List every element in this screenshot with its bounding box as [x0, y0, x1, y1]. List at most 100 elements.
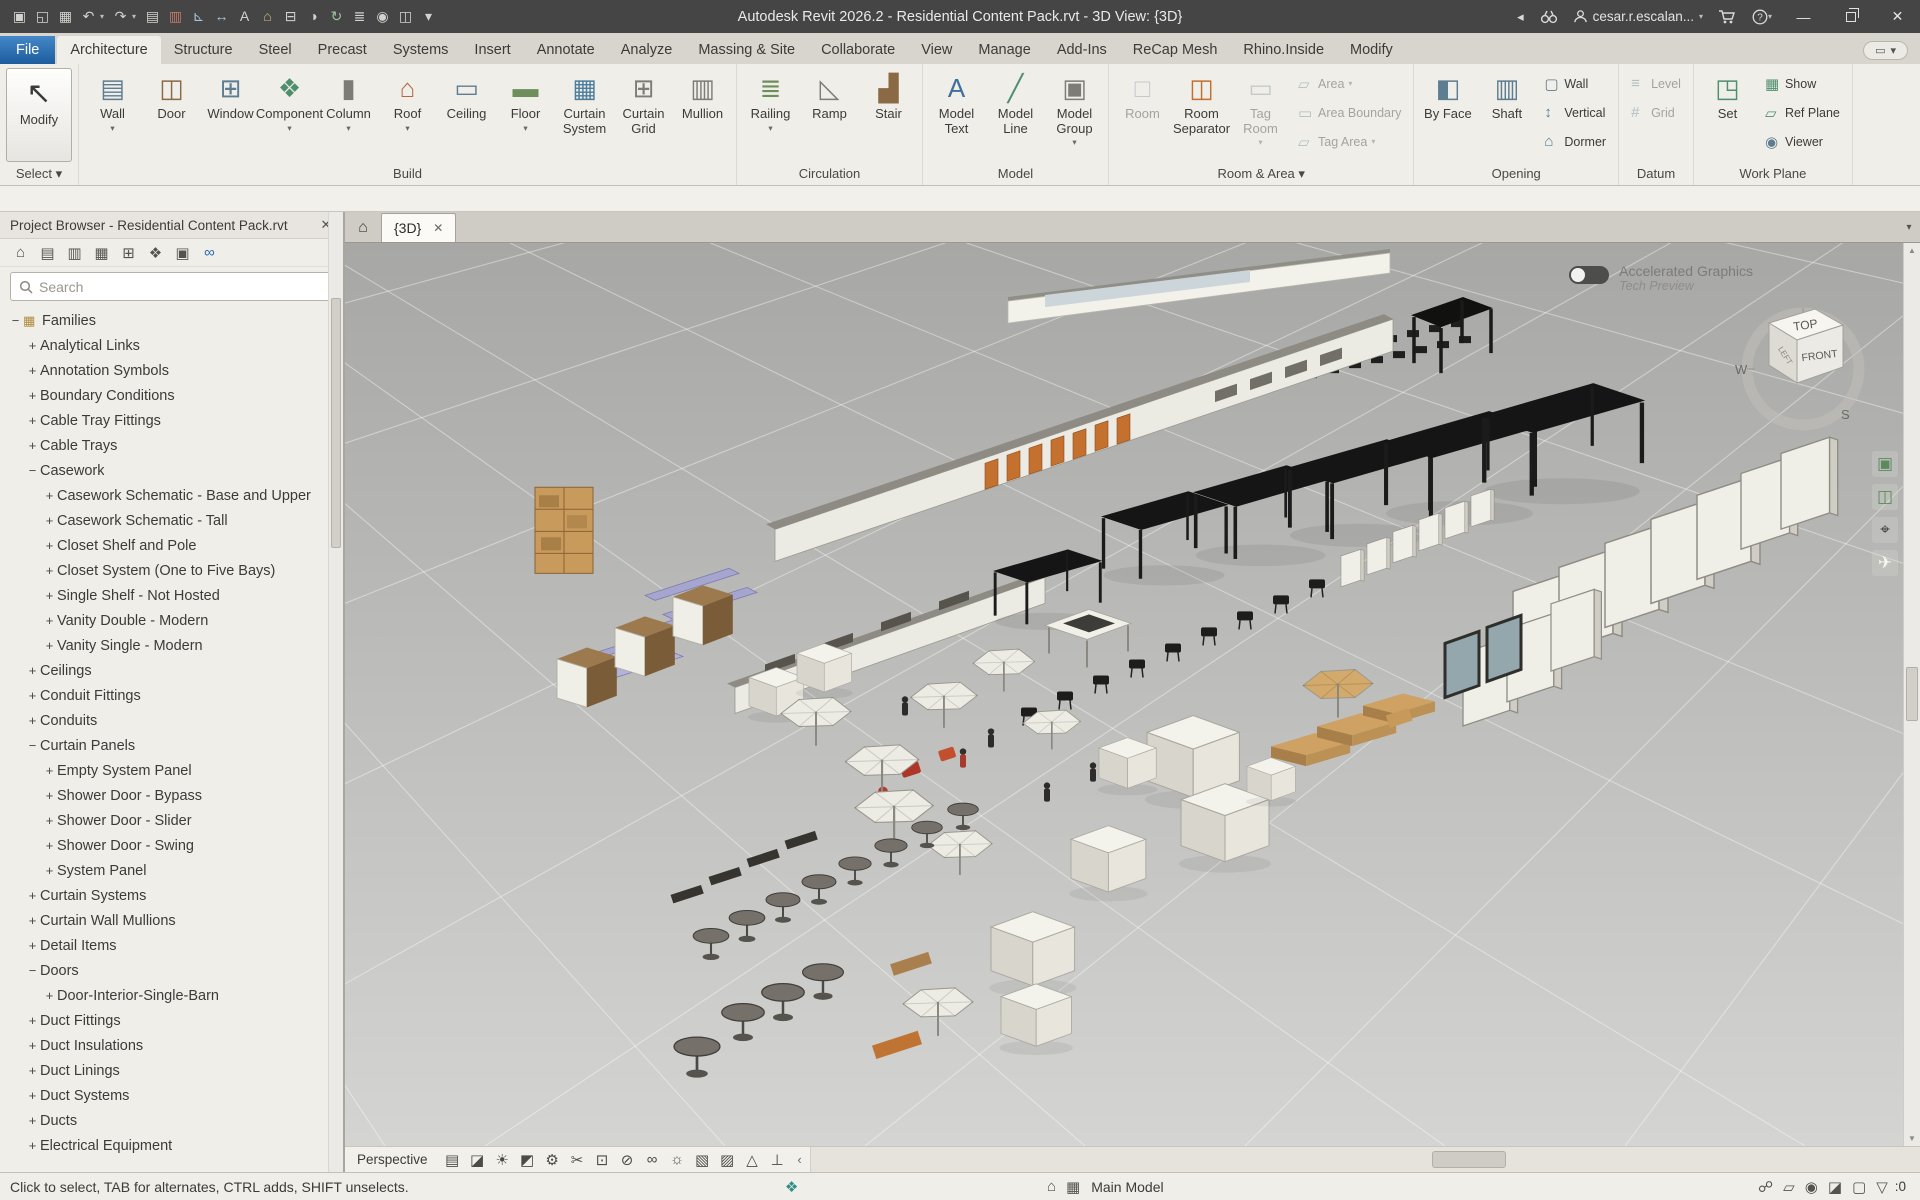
tree-item[interactable]: +Shower Door - Bypass [0, 783, 343, 808]
expand-icon[interactable]: + [42, 763, 57, 778]
collapse-infocenter-icon[interactable]: ◂ [1510, 0, 1531, 33]
help-button[interactable]: ? ▾ [1745, 0, 1779, 33]
app-window-icon[interactable]: ▣ [8, 0, 31, 33]
save-icon[interactable]: ▦ [54, 0, 77, 33]
area-button[interactable]: ▱Area▾ [1292, 70, 1407, 97]
ramp-button[interactable]: ◺Ramp [800, 67, 859, 163]
sun-path-icon[interactable]: ☀ [490, 1151, 515, 1169]
model-line-button[interactable]: ╱Model Line [986, 67, 1045, 163]
grid-button[interactable]: #Grid [1625, 99, 1687, 126]
panel-label-build[interactable]: Build [79, 163, 736, 185]
tab-add-ins[interactable]: Add-Ins [1044, 36, 1120, 64]
minimize-button[interactable]: — [1781, 0, 1826, 33]
filter-icon[interactable]: ▽ [1871, 1178, 1893, 1196]
tree-item[interactable]: +Cable Trays [0, 433, 343, 458]
column-button[interactable]: ▮Column▾ [319, 67, 378, 163]
temporary-view-properties-icon[interactable]: ▨ [715, 1151, 740, 1169]
tree-item[interactable]: +Ceilings [0, 658, 343, 683]
collapse-icon[interactable]: − [25, 738, 40, 753]
model-group-button[interactable]: ▣Model Group▾ [1045, 67, 1104, 163]
tree-item[interactable]: +Duct Linings [0, 1058, 343, 1083]
expand-icon[interactable]: + [25, 413, 40, 428]
tab-manage[interactable]: Manage [965, 36, 1043, 64]
select-underlay-icon[interactable]: ▱ [1778, 1178, 1800, 1196]
tree-item[interactable]: +Conduits [0, 708, 343, 733]
tab-file[interactable]: File [0, 36, 55, 64]
pb-home-icon[interactable]: ⌂ [8, 241, 33, 265]
worksharing-status-icon[interactable]: ❖ [780, 1178, 803, 1196]
level-button[interactable]: ≡Level [1625, 70, 1687, 97]
panel-label-select[interactable]: Select ▾ [0, 163, 78, 185]
section-icon[interactable]: ⊟ [279, 0, 302, 33]
expand-icon[interactable]: + [25, 338, 40, 353]
tree-item[interactable]: +Casework Schematic - Base and Upper [0, 483, 343, 508]
stair-button[interactable]: ▟Stair [859, 67, 918, 163]
set-work-plane-button[interactable]: ◳Set [1698, 67, 1757, 163]
text-icon[interactable]: A [233, 0, 256, 33]
scroll-down-icon[interactable]: ▼ [1904, 1131, 1920, 1146]
pb-legends-icon[interactable]: ▥ [62, 241, 87, 265]
tree-item[interactable]: +Duct Insulations [0, 1033, 343, 1058]
expand-icon[interactable]: + [42, 563, 57, 578]
worksharing-display-icon[interactable]: ▧ [690, 1151, 715, 1169]
expand-icon[interactable]: + [42, 613, 57, 628]
reveal-hidden-icon[interactable]: ☼ [665, 1151, 690, 1169]
project-browser-search[interactable] [10, 272, 333, 301]
expand-icon[interactable]: + [42, 538, 57, 553]
expand-icon[interactable]: + [25, 913, 40, 928]
tab-systems[interactable]: Systems [380, 36, 462, 64]
select-links-icon[interactable]: ☍ [1753, 1178, 1778, 1196]
user-profile-icon[interactable]: ◉ [371, 0, 394, 33]
view-cube[interactable]: W S TOP FRONT LEFT [1727, 283, 1877, 433]
collapse-icon[interactable]: − [25, 963, 40, 978]
select-by-face-icon[interactable]: ◪ [1823, 1178, 1847, 1196]
dormer-button[interactable]: ⌂Dormer [1538, 128, 1612, 155]
crop-view-icon[interactable]: ✂ [565, 1151, 590, 1169]
close-button[interactable]: ✕ [1875, 0, 1920, 33]
tree-item[interactable]: +Cable Tray Fittings [0, 408, 343, 433]
tab-modify[interactable]: Modify [1337, 36, 1406, 64]
curtain-grid-button[interactable]: ⊞Curtain Grid [614, 67, 673, 163]
lock-3d-view-icon[interactable]: ⊘ [615, 1151, 640, 1169]
panel-label-opening[interactable]: Opening [1414, 163, 1618, 185]
drawing-area[interactable]: Accelerated Graphics Tech Preview W S TO… [345, 243, 1903, 1146]
pb-groups-icon[interactable]: ▣ [170, 241, 195, 265]
expand-icon[interactable]: + [25, 1063, 40, 1078]
wall-button[interactable]: ▤Wall▾ [83, 67, 142, 163]
area-button-dropdown-icon[interactable]: ▾ [1348, 79, 1352, 88]
shaft-button[interactable]: ▥Shaft [1477, 67, 1536, 163]
panel-label-circulation[interactable]: Circulation [737, 163, 922, 185]
render-settings-icon[interactable]: ⚙ [540, 1151, 565, 1169]
expand-icon[interactable]: + [25, 438, 40, 453]
analytical-model-icon[interactable]: △ [740, 1151, 765, 1169]
expand-icon[interactable]: + [25, 363, 40, 378]
expand-icon[interactable]: + [25, 663, 40, 678]
expand-icon[interactable]: + [42, 838, 57, 853]
area-boundary-button[interactable]: ▭Area Boundary [1292, 99, 1407, 126]
vertical-scrollbar-thumb[interactable] [1906, 667, 1918, 721]
aligned-dimension-icon[interactable]: ↔ [210, 0, 233, 33]
expand-icon[interactable]: + [42, 863, 57, 878]
restore-button[interactable] [1828, 0, 1873, 33]
home-icon[interactable]: ⌂ [345, 213, 381, 242]
save-view-icon[interactable]: ▣ [1872, 451, 1898, 477]
expand-icon[interactable]: + [42, 988, 57, 1003]
tree-item[interactable]: −Doors [0, 958, 343, 983]
detail-level-icon[interactable]: ▤ [440, 1151, 465, 1169]
tree-item[interactable]: +Duct Systems [0, 1083, 343, 1108]
open-icon[interactable]: ◱ [31, 0, 54, 33]
3d-scene[interactable] [345, 243, 1903, 1146]
tree-item[interactable]: +Annotation Symbols [0, 358, 343, 383]
wall-button-dropdown-icon[interactable]: ▾ [110, 123, 114, 134]
floor-button[interactable]: ▬Floor▾ [496, 67, 555, 163]
mullion-button[interactable]: ▥Mullion [673, 67, 732, 163]
vertical-opening-button[interactable]: ↕Vertical [1538, 99, 1612, 126]
tab-architecture[interactable]: Architecture [57, 36, 160, 64]
viewcube-south-label[interactable]: S [1841, 407, 1850, 422]
window-button[interactable]: ⊞Window [201, 67, 260, 163]
panel-label-room-area[interactable]: Room & Area ▾ [1109, 163, 1413, 185]
viewcube-west-label[interactable]: W [1735, 362, 1748, 377]
expand-icon[interactable]: + [25, 388, 40, 403]
project-browser-scrollbar-thumb[interactable] [331, 298, 341, 548]
pb-schedules-icon[interactable]: ▦ [89, 241, 114, 265]
